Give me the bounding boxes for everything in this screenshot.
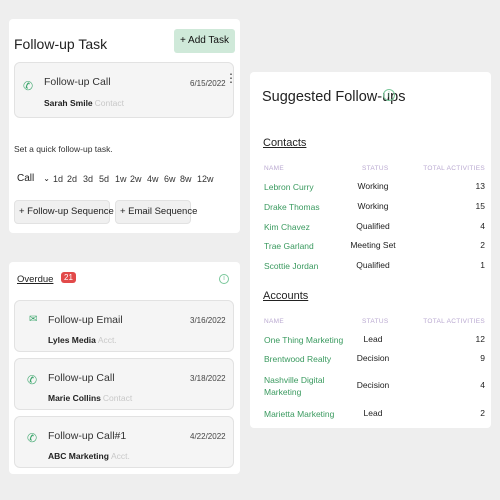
task-type-select[interactable]: Call ⌄ [17,173,50,184]
account-total: 2 [480,408,485,418]
column-header-total: TOTAL ACTIVITIES [423,165,485,172]
info-icon[interactable]: i [219,274,229,284]
account-status: Decision [356,380,390,390]
contact-name-link[interactable]: Lebron Curry [264,181,314,193]
more-options-icon[interactable]: ⋮ [225,72,237,84]
column-header-total: TOTAL ACTIVITIES [423,318,485,325]
account-status: Lead [363,408,383,418]
contact-status: Qualified [356,260,390,270]
overdue-task-card[interactable]: ✆ Follow-up Call#1 4/22/2022 ABC Marketi… [14,416,234,468]
contact-total: 2 [480,240,485,250]
task-contact-type: Acct. [97,335,117,345]
overdue-title[interactable]: Overdue [17,274,53,285]
contact-name-link[interactable]: Scottie Jordan [264,260,318,272]
contact-name-link[interactable]: Trae Garland [264,240,314,252]
day-option[interactable]: 2d [67,174,77,184]
contact-total: 4 [480,221,485,231]
phone-icon: ✆ [27,431,38,445]
account-status: Lead [363,334,383,344]
task-date: 3/18/2022 [190,374,226,383]
task-contact[interactable]: Marie Collins Contact [48,393,132,403]
day-option[interactable]: 5d [99,174,109,184]
overdue-panel: Overdue 21 i ✉ Follow-up Email 3/16/2022… [9,262,240,474]
quick-task-label: Set a quick follow-up task. [14,144,113,154]
account-name-link[interactable]: Nashville Digital Marketing [264,374,338,398]
email-icon: ✉ [29,314,38,325]
account-name-link[interactable]: One Thing Marketing [264,334,343,346]
account-name-link[interactable]: Marietta Marketing [264,408,334,420]
account-total: 4 [480,380,485,390]
contact-total: 1 [480,260,485,270]
task-title: Follow-up Call [48,372,115,384]
task-date: 4/22/2022 [190,432,226,441]
overdue-task-card[interactable]: ✉ Follow-up Email 3/16/2022 Lyles Media A… [14,300,234,352]
account-status: Decision [356,353,390,363]
task-contact[interactable]: Lyles Media Acct. [48,335,117,345]
task-title: Follow-up Call#1 [48,430,127,442]
info-icon[interactable]: i [383,89,395,101]
column-header-name: NAME [264,165,284,172]
accounts-section-title[interactable]: Accounts [263,290,308,302]
task-contact-name: ABC Marketing [48,451,109,461]
suggested-followups-panel: Suggested Follow-ups i Contacts NAME STA… [250,72,491,428]
column-header-name: NAME [264,318,284,325]
phone-icon: ✆ [23,79,34,93]
day-option[interactable]: 6w [164,174,176,184]
task-contact[interactable]: ABC Marketing Acct. [48,451,130,461]
followup-task-panel: Follow-up Task + Add Task ✆ Follow-up Ca… [9,19,240,233]
overdue-task-card[interactable]: ✆ Follow-up Call 3/18/2022 Marie Collins… [14,358,234,410]
day-option[interactable]: 2w [130,174,142,184]
contact-total: 13 [475,181,485,191]
contacts-section-title[interactable]: Contacts [263,137,306,149]
task-title: Follow-up Call [44,76,111,88]
day-option[interactable]: 1w [115,174,127,184]
contact-status: Meeting Set [350,240,396,250]
task-date: 6/15/2022 [190,79,226,88]
task-card[interactable]: ✆ Follow-up Call 6/15/2022 ⋮ Sarah Smile… [14,62,237,118]
phone-icon: ✆ [27,373,38,387]
task-contact-type: Contact [102,393,133,403]
task-contact[interactable]: Sarah Smile Contact [44,98,124,108]
day-option[interactable]: 3d [83,174,93,184]
day-option[interactable]: 12w [197,174,214,184]
overdue-count-badge: 21 [61,272,76,283]
task-contact-name: Marie Collins [48,393,101,403]
followup-task-title: Follow-up Task [14,36,108,52]
day-option[interactable]: 4w [147,174,159,184]
task-contact-type: Contact [94,98,124,108]
column-header-status: STATUS [362,318,389,325]
column-header-status: STATUS [362,165,389,172]
contact-status: Working [357,201,389,211]
account-name-link[interactable]: Brentwood Realty [264,353,331,365]
task-contact-name: Lyles Media [48,335,96,345]
day-option[interactable]: 8w [180,174,192,184]
task-contact-type: Acct. [110,451,130,461]
contact-status: Qualified [356,221,390,231]
task-type-value: Call [17,173,35,184]
email-sequence-button[interactable]: + Email Sequence [115,200,197,224]
day-option[interactable]: 1d [53,174,63,184]
contact-total: 15 [475,201,485,211]
task-title: Follow-up Email [48,314,123,326]
contact-status: Working [357,181,389,191]
followup-sequence-button[interactable]: + Follow-up Sequence [14,200,114,224]
contact-name-link[interactable]: Kim Chavez [264,221,310,233]
task-contact-name: Sarah Smile [44,98,93,108]
task-date: 3/16/2022 [190,316,226,325]
contact-name-link[interactable]: Drake Thomas [264,201,320,213]
add-task-button[interactable]: + Add Task [173,29,235,53]
account-total: 12 [475,334,485,344]
chevron-down-icon: ⌄ [43,174,50,183]
account-total: 9 [480,353,485,363]
